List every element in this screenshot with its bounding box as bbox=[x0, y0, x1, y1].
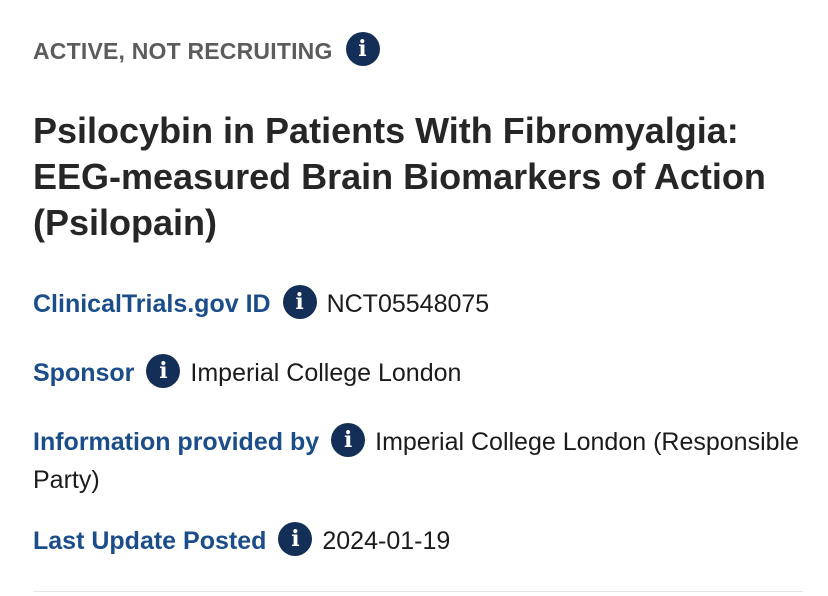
section-divider bbox=[33, 591, 803, 592]
clinicaltrials-id-row: ClinicalTrials.gov ID i NCT05548075 bbox=[33, 285, 813, 323]
information-provided-row: Information provided by i Imperial College… bbox=[33, 423, 813, 499]
clinicaltrials-id-label: ClinicalTrials.gov ID bbox=[33, 290, 271, 318]
information-provided-label: Information provided by bbox=[33, 428, 320, 456]
clinicaltrials-id-info-icon[interactable]: i bbox=[282, 285, 317, 320]
sponsor-label: Sponsor bbox=[33, 359, 135, 387]
study-title: Psilocybin in Patients With Fibromyalgia… bbox=[33, 110, 766, 243]
sponsor-row: Sponsor i Imperial College London bbox=[33, 354, 813, 392]
status-label: ACTIVE, NOT RECRUITING bbox=[33, 37, 333, 64]
clinicaltrials-id-value: NCT05548075 bbox=[326, 290, 490, 318]
study-status: ACTIVE, NOT RECRUITING i bbox=[33, 32, 380, 66]
status-info-icon[interactable]: i bbox=[345, 32, 380, 66]
sponsor-value: Imperial College London bbox=[190, 359, 462, 387]
sponsor-info-icon[interactable]: i bbox=[146, 354, 181, 389]
last-update-label: Last Update Posted bbox=[33, 527, 267, 555]
last-update-row: Last Update Posted i 2024-01-19 bbox=[33, 522, 813, 560]
last-update-value: 2024-01-19 bbox=[322, 527, 451, 555]
last-update-info-icon[interactable]: i bbox=[278, 522, 313, 557]
information-provided-info-icon[interactable]: i bbox=[331, 423, 366, 458]
